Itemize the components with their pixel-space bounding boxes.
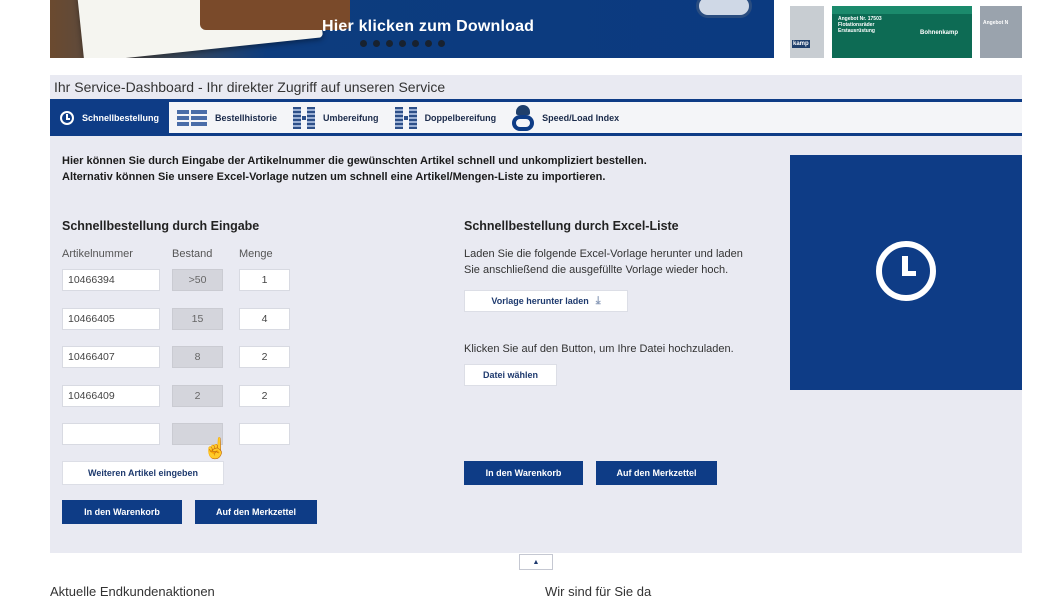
offer-thumbnail-1[interactable]: kamp (790, 6, 824, 58)
tab-label: Umbereifung (323, 112, 379, 123)
manual-order-heading: Schnellbestellung durch Eingabe (62, 219, 260, 233)
offer-thumbnail-2[interactable]: Angebot Nr. 17503 Flotationsräder Erstau… (832, 6, 972, 58)
clock-icon (876, 241, 936, 301)
excel-add-to-watchlist-button[interactable]: Auf den Merkzettel (596, 461, 717, 485)
thumbnail-label: kamp (792, 40, 810, 48)
download-template-button[interactable]: Vorlage herunter laden ⤓ (464, 290, 628, 312)
stock-field: 15 (172, 308, 223, 330)
banner-carousel-dots (360, 40, 445, 47)
excel-instructions: Laden Sie die folgende Excel-Vorlage her… (464, 246, 743, 278)
quantity-input[interactable] (239, 423, 290, 445)
intro-line: Alternativ können Sie unsere Excel-Vorla… (62, 171, 606, 183)
promo-banner[interactable]: Hier klicken zum Download (50, 0, 774, 58)
tab-doppelbereifung[interactable]: Doppelbereifung (387, 102, 505, 133)
intro-text: Hier können Sie durch Eingabe der Artike… (62, 153, 647, 185)
quantity-input[interactable]: 1 (239, 269, 290, 291)
section-heading-contact: Wir sind für Sie da (545, 584, 652, 599)
quantity-input[interactable]: 2 (239, 346, 290, 368)
clock-icon (60, 110, 74, 125)
gauge-icon (512, 104, 535, 131)
excel-instructions-line: Sie anschließend die ausgefüllte Vorlage… (464, 264, 729, 276)
tab-bestellhistorie[interactable]: Bestellhistorie (169, 102, 285, 133)
service-dashboard: Ihr Service-Dashboard - Ihr direkter Zug… (50, 75, 1022, 553)
excel-instructions-line: Laden Sie die folgende Excel-Vorlage her… (464, 248, 743, 260)
thumbnail-bar (832, 6, 972, 14)
hand-pointer-cursor-icon: ☝ (203, 438, 228, 460)
collapse-dashboard-button[interactable]: ▲ (519, 554, 553, 570)
thumbnail-text: Angebot Nr. 17503 Flotationsräder Erstau… (838, 16, 882, 34)
dashboard-title: Ihr Service-Dashboard - Ihr direkter Zug… (54, 79, 446, 95)
page: Hier klicken zum Download kamp Angebot N… (0, 0, 1055, 600)
carousel-dot[interactable] (360, 40, 367, 47)
carousel-dot[interactable] (373, 40, 380, 47)
column-header-quantity: Menge (239, 248, 273, 260)
column-header-stock: Bestand (172, 248, 213, 260)
tab-label: Speed/Load Index (542, 112, 620, 123)
tab-label: Bestellhistorie (215, 112, 278, 123)
carousel-dot[interactable] (412, 40, 419, 47)
carousel-dot[interactable] (386, 40, 393, 47)
upload-instructions: Klicken Sie auf den Button, um Ihre Date… (464, 343, 734, 355)
thumbnail-brand: Bohnenkamp (920, 30, 959, 36)
quantity-input[interactable]: 4 (239, 308, 290, 330)
stock-field: >50 (172, 269, 223, 291)
excel-order-heading: Schnellbestellung durch Excel-Liste (464, 219, 679, 233)
quantity-input[interactable]: 2 (239, 385, 290, 407)
add-to-watchlist-button[interactable]: Auf den Merkzettel (195, 500, 317, 524)
double-tire-icon (394, 106, 417, 129)
section-heading-promotions: Aktuelle Endkundenaktionen (50, 584, 215, 599)
banner-toggle-graphic (696, 0, 752, 18)
add-to-cart-button[interactable]: In den Warenkorb (62, 500, 182, 524)
tab-speed-load-index[interactable]: Speed/Load Index (504, 102, 627, 133)
dashboard-tabs: Schnellbestellung Bestellhistorie Umbere… (50, 99, 1022, 136)
article-number-input[interactable]: 10466409 (62, 385, 160, 407)
article-number-input[interactable]: 10466407 (62, 346, 160, 368)
quick-order-side-panel (790, 155, 1022, 390)
stock-field: 8 (172, 346, 223, 368)
article-number-input[interactable]: 10466405 (62, 308, 160, 330)
column-header-article: Artikelnummer (62, 248, 133, 260)
excel-add-to-cart-button[interactable]: In den Warenkorb (464, 461, 583, 485)
stock-field: 2 (172, 385, 223, 407)
thumbnail-text: Angebot N (983, 20, 1009, 26)
download-icon: ⤓ (595, 294, 601, 307)
article-number-input[interactable] (62, 423, 160, 445)
offer-thumbnail-3[interactable]: Angebot N (980, 6, 1022, 58)
tab-label: Doppelbereifung (424, 112, 497, 123)
download-template-label: Vorlage herunter laden (491, 296, 589, 306)
choose-file-button[interactable]: Datei wählen (464, 364, 557, 386)
tab-schnellbestellung[interactable]: Schnellbestellung (50, 102, 170, 133)
carousel-dot[interactable] (399, 40, 406, 47)
carousel-dot[interactable] (425, 40, 432, 47)
thumbnail-line: Erstausrüstung (838, 28, 875, 34)
article-number-input[interactable]: 10466394 (62, 269, 160, 291)
tab-umbereifung[interactable]: Umbereifung (285, 102, 387, 133)
carousel-dot[interactable] (438, 40, 445, 47)
intro-line: Hier können Sie durch Eingabe der Artike… (62, 155, 647, 167)
add-article-button[interactable]: Weiteren Artikel eingeben (62, 461, 224, 485)
list-icon (177, 108, 208, 128)
banner-cta-text[interactable]: Hier klicken zum Download (322, 18, 534, 36)
tab-label: Schnellbestellung (82, 112, 160, 123)
tire-icon (293, 106, 316, 129)
